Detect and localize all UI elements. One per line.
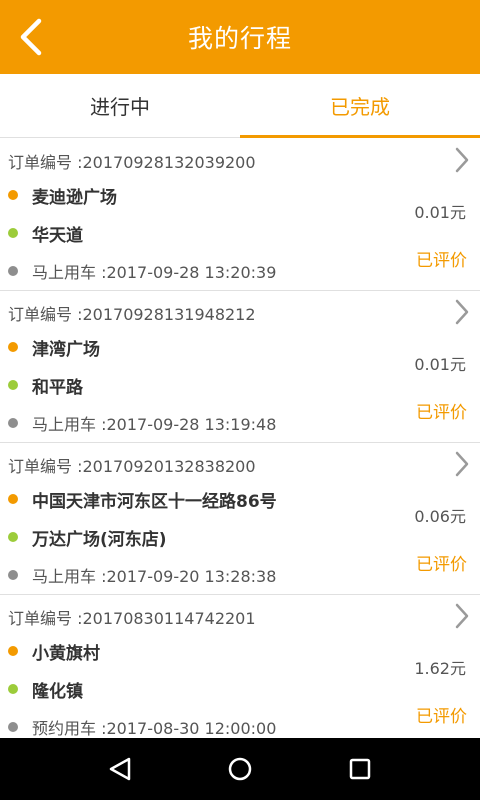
time-dot-icon — [8, 722, 18, 732]
destination-address: 隆化镇 — [32, 681, 83, 702]
nav-back-button[interactable] — [100, 749, 140, 789]
recents-square-icon — [349, 758, 371, 780]
destination-address: 华天道 — [32, 225, 83, 246]
page-title: 我的行程 — [187, 24, 292, 53]
home-circle-icon — [228, 757, 252, 781]
rating-status: 已评价 — [416, 251, 467, 271]
time-dot-icon — [8, 570, 18, 580]
system-nav-bar — [0, 738, 480, 800]
destination-row: 万达广场(河东店) — [0, 526, 167, 550]
nav-home-button[interactable] — [220, 749, 260, 789]
rating-status: 已评价 — [416, 555, 467, 575]
origin-address: 中国天津市河东区十一经路86号 — [32, 491, 277, 512]
time-row: 马上用车 :2017-09-20 13:28:38 — [0, 564, 276, 586]
order-number: 订单编号 :20170928131948212 — [8, 305, 256, 324]
trip-tabs: 进行中 已完成 — [0, 74, 480, 138]
time-row: 马上用车 :2017-09-28 13:19:48 — [0, 412, 276, 434]
order-item[interactable]: 订单编号 :20170928131948212 津湾广场 和平路 马上用车 :2… — [0, 291, 480, 443]
origin-dot-icon — [8, 190, 18, 200]
time-dot-icon — [8, 418, 18, 428]
origin-dot-icon — [8, 646, 18, 656]
origin-address: 小黄旗村 — [32, 643, 100, 664]
order-item[interactable]: 订单编号 :20170920132838200 中国天津市河东区十一经路86号 … — [0, 443, 480, 595]
origin-dot-icon — [8, 494, 18, 504]
chevron-right-icon — [455, 451, 469, 477]
time-row: 预约用车 :2017-08-30 12:00:00 — [0, 716, 276, 738]
tab-in-progress[interactable]: 进行中 — [0, 74, 240, 137]
destination-dot-icon — [8, 684, 18, 694]
destination-dot-icon — [8, 228, 18, 238]
app-header: 我的行程 — [0, 0, 480, 74]
nav-recents-button[interactable] — [340, 749, 380, 789]
destination-address: 和平路 — [32, 377, 83, 398]
trip-time: 马上用车 :2017-09-28 13:20:39 — [32, 263, 277, 282]
origin-row: 中国天津市河东区十一经路86号 — [0, 488, 277, 512]
back-button[interactable] — [8, 10, 52, 64]
trip-time: 马上用车 :2017-09-28 13:19:48 — [32, 415, 277, 434]
back-triangle-icon — [109, 757, 131, 781]
destination-dot-icon — [8, 532, 18, 542]
destination-row: 隆化镇 — [0, 678, 83, 702]
chevron-right-icon — [455, 603, 469, 629]
trip-price: 0.06元 — [414, 507, 466, 526]
order-item[interactable]: 订单编号 :20170830114742201 小黄旗村 隆化镇 预约用车 :2… — [0, 595, 480, 738]
origin-row: 麦迪逊广场 — [0, 184, 117, 208]
origin-row: 津湾广场 — [0, 336, 100, 360]
order-number: 订单编号 :20170830114742201 — [8, 609, 256, 628]
destination-row: 华天道 — [0, 222, 83, 246]
chevron-left-icon — [20, 18, 42, 56]
chevron-right-icon — [455, 147, 469, 173]
origin-address: 麦迪逊广场 — [32, 187, 117, 208]
rating-status: 已评价 — [416, 707, 467, 727]
origin-row: 小黄旗村 — [0, 640, 100, 664]
trip-price: 1.62元 — [414, 659, 466, 678]
rating-status: 已评价 — [416, 403, 467, 423]
trip-time: 预约用车 :2017-08-30 12:00:00 — [32, 719, 277, 738]
origin-address: 津湾广场 — [32, 339, 100, 360]
origin-dot-icon — [8, 342, 18, 352]
destination-address: 万达广场(河东店) — [32, 529, 167, 550]
order-number: 订单编号 :20170920132838200 — [8, 457, 256, 476]
time-row: 马上用车 :2017-09-28 13:20:39 — [0, 260, 276, 282]
trip-time: 马上用车 :2017-09-20 13:28:38 — [32, 567, 277, 586]
order-item[interactable]: 订单编号 :20170928132039200 麦迪逊广场 华天道 马上用车 :… — [0, 139, 480, 291]
chevron-right-icon — [455, 299, 469, 325]
trip-price: 0.01元 — [414, 355, 466, 374]
order-number: 订单编号 :20170928132039200 — [8, 153, 256, 172]
destination-row: 和平路 — [0, 374, 83, 398]
tab-completed[interactable]: 已完成 — [240, 74, 480, 138]
trip-price: 0.01元 — [414, 203, 466, 222]
destination-dot-icon — [8, 380, 18, 390]
time-dot-icon — [8, 266, 18, 276]
order-list: 订单编号 :20170928132039200 麦迪逊广场 华天道 马上用车 :… — [0, 139, 480, 738]
